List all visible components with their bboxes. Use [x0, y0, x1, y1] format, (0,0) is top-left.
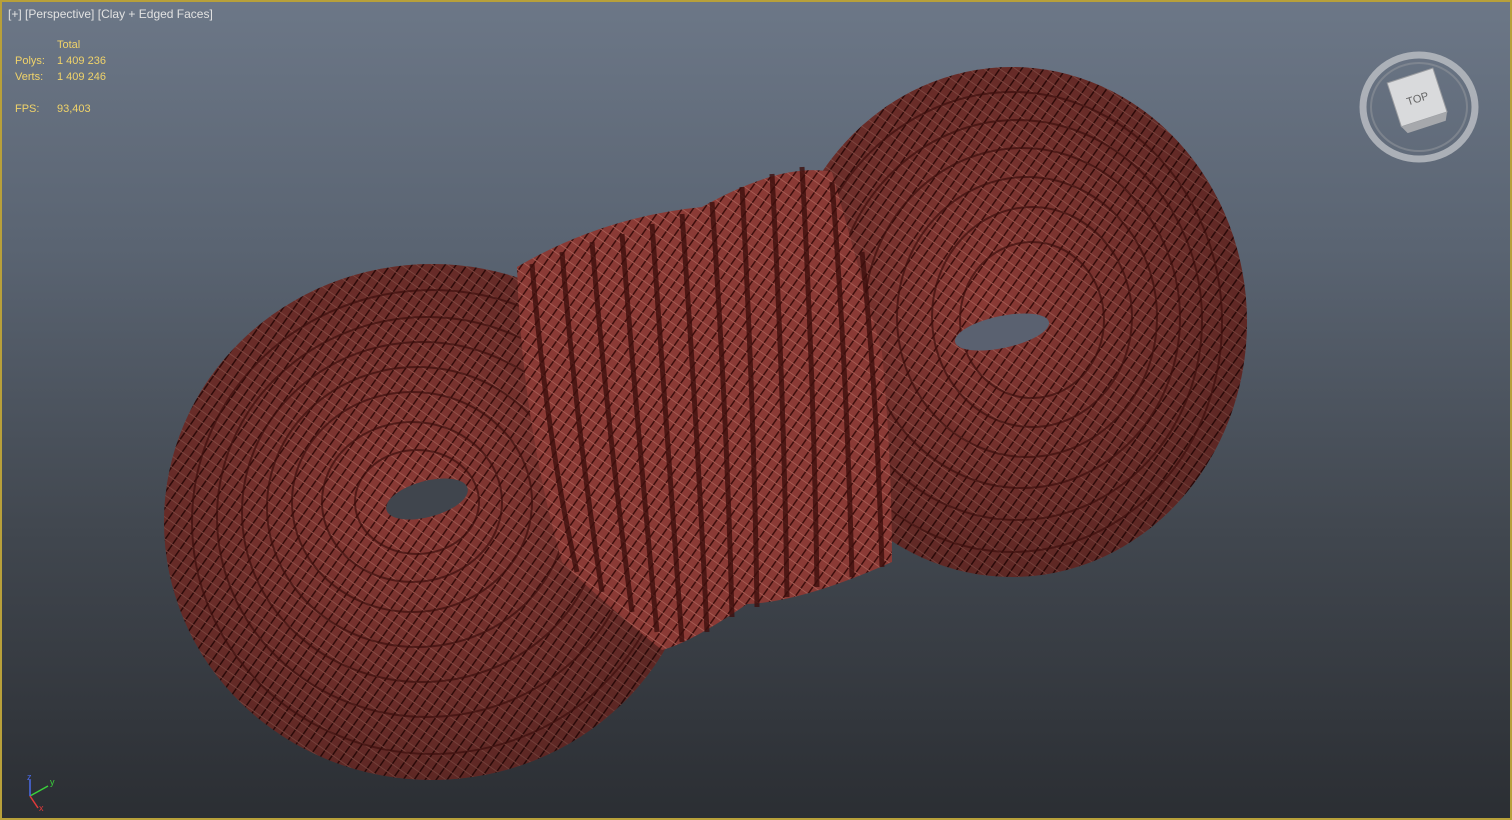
statistics-overlay: Total Polys: 1 409 236 Verts: 1 409 246 FP… — [15, 37, 106, 117]
axis-x-label: x — [39, 803, 44, 812]
perspective-viewport[interactable]: [+] [Perspective] [Clay + Edged Faces] T… — [0, 0, 1512, 820]
viewport-label: [+] [Perspective] [Clay + Edged Faces] — [8, 7, 213, 21]
stats-header: Total — [57, 39, 81, 51]
verts-value: 1 409 246 — [57, 71, 106, 83]
viewport-menu-button[interactable]: [+] — [8, 7, 22, 21]
view-type-menu[interactable]: [Perspective] — [25, 7, 94, 21]
axis-y-label: y — [50, 777, 55, 787]
shading-mode-menu[interactable]: [Clay + Edged Faces] — [98, 7, 213, 21]
fps-value: 93,403 — [57, 103, 91, 115]
rope-coil-model[interactable] — [2, 2, 1510, 818]
fps-label: FPS: — [15, 103, 40, 115]
viewcube-icon[interactable]: TOP — [1358, 50, 1480, 165]
axis-z-label: z — [27, 772, 32, 782]
polys-value: 1 409 236 — [57, 55, 106, 67]
verts-label: Verts: — [15, 71, 44, 83]
polys-label: Polys: — [15, 55, 45, 67]
axis-gizmo: y z x — [27, 772, 55, 812]
